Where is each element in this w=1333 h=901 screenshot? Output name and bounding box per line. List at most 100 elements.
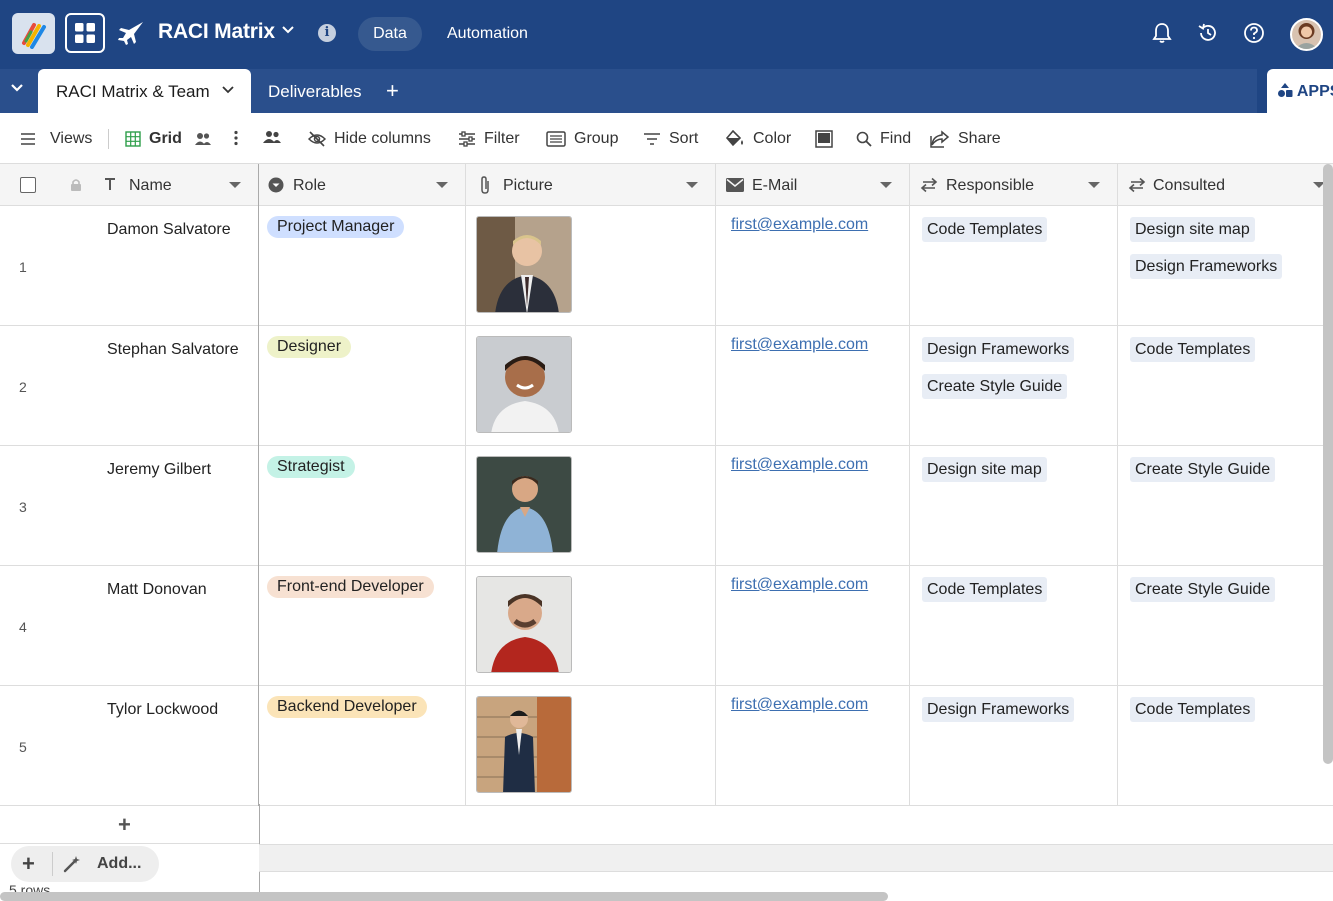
bell-icon[interactable] xyxy=(1152,22,1172,44)
history-icon[interactable] xyxy=(1197,22,1219,44)
consulted-cell[interactable]: Code Templates xyxy=(1118,326,1333,446)
role-cell[interactable]: Strategist xyxy=(259,446,466,566)
picture-cell[interactable] xyxy=(466,686,716,806)
responsible-cell[interactable]: Code Templates xyxy=(910,206,1118,326)
name-cell[interactable]: 5 Tylor Lockwood xyxy=(0,686,259,806)
table-row[interactable]: 4 Matt Donovan Front-end Developer first… xyxy=(0,566,1333,686)
table-row[interactable]: 1 Damon Salvatore Project Manager first@… xyxy=(0,206,1333,326)
person-photo[interactable] xyxy=(476,216,572,313)
linked-record-pill[interactable]: Code Templates xyxy=(1130,337,1256,362)
view-more-button[interactable] xyxy=(233,130,239,146)
person-photo[interactable] xyxy=(476,696,572,793)
linked-record-pill[interactable]: Design site map xyxy=(922,457,1047,482)
name-cell[interactable]: 3 Jeremy Gilbert xyxy=(0,446,259,566)
nav-automation[interactable]: Automation xyxy=(447,25,528,43)
caret-down-icon[interactable] xyxy=(879,181,893,189)
vertical-scrollbar[interactable] xyxy=(1323,164,1333,764)
header-email-column[interactable]: E-Mail xyxy=(716,164,910,206)
add-record-pill[interactable]: + Add... xyxy=(11,846,159,882)
table-row[interactable]: 2 Stephan Salvatore Designer first@examp… xyxy=(0,326,1333,446)
consulted-cell[interactable]: Design site map Design Frameworks xyxy=(1118,206,1333,326)
linked-record-pill[interactable]: Create Style Guide xyxy=(1130,457,1276,482)
chevron-down-icon[interactable] xyxy=(10,83,24,93)
picture-cell[interactable] xyxy=(466,446,716,566)
base-title[interactable]: RACI Matrix xyxy=(158,20,275,44)
views-button[interactable]: Views xyxy=(20,130,92,148)
linked-record-pill[interactable]: Code Templates xyxy=(1130,697,1256,722)
header-consulted-column[interactable]: Consulted xyxy=(1118,164,1333,206)
add-table-button[interactable]: + xyxy=(386,80,399,102)
role-cell[interactable]: Backend Developer xyxy=(259,686,466,806)
header-name-column[interactable]: Name xyxy=(0,164,259,206)
linked-record-pill[interactable]: Code Templates xyxy=(922,577,1048,602)
select-all-checkbox[interactable] xyxy=(20,177,36,193)
email-link[interactable]: first@example.com xyxy=(731,216,868,234)
person-photo[interactable] xyxy=(476,456,572,553)
email-cell[interactable]: first@example.com xyxy=(716,206,910,326)
linked-record-pill[interactable]: Code Templates xyxy=(922,217,1048,242)
consulted-cell[interactable]: Create Style Guide xyxy=(1118,446,1333,566)
email-link[interactable]: first@example.com xyxy=(731,576,868,594)
caret-down-icon[interactable] xyxy=(435,181,449,189)
header-role-column[interactable]: Role xyxy=(259,164,466,206)
row-height-button[interactable] xyxy=(815,130,833,148)
apps-grid-button[interactable] xyxy=(65,13,105,53)
header-picture-column[interactable]: Picture xyxy=(466,164,716,206)
share-view-people-button[interactable] xyxy=(262,130,282,144)
name-cell[interactable]: 2 Stephan Salvatore xyxy=(0,326,259,446)
grid-view-button[interactable]: Grid xyxy=(125,130,212,148)
responsible-cell[interactable]: Design Frameworks xyxy=(910,686,1118,806)
responsible-cell[interactable]: Design Frameworks Create Style Guide xyxy=(910,326,1118,446)
consulted-cell[interactable]: Code Templates xyxy=(1118,686,1333,806)
plus-icon[interactable]: + xyxy=(22,851,35,877)
find-button[interactable]: Find xyxy=(856,130,911,148)
horizontal-scrollbar[interactable] xyxy=(0,892,888,901)
user-avatar[interactable] xyxy=(1290,18,1323,51)
linked-record-pill[interactable]: Design site map xyxy=(1130,217,1255,242)
filter-button[interactable]: Filter xyxy=(458,130,520,148)
share-button[interactable]: Share xyxy=(930,130,1001,148)
responsible-cell[interactable]: Code Templates xyxy=(910,566,1118,686)
info-icon[interactable]: i xyxy=(318,24,336,42)
caret-down-icon[interactable] xyxy=(685,181,699,189)
person-photo[interactable] xyxy=(476,576,572,673)
name-cell[interactable]: 4 Matt Donovan xyxy=(0,566,259,686)
hide-columns-button[interactable]: Hide columns xyxy=(308,130,431,148)
app-logo[interactable] xyxy=(12,13,55,54)
picture-cell[interactable] xyxy=(466,206,716,326)
picture-cell[interactable] xyxy=(466,326,716,446)
responsible-cell[interactable]: Design site map xyxy=(910,446,1118,566)
header-responsible-column[interactable]: Responsible xyxy=(910,164,1118,206)
role-cell[interactable]: Designer xyxy=(259,326,466,446)
add-row-button[interactable]: + xyxy=(0,804,259,844)
email-link[interactable]: first@example.com xyxy=(731,336,868,354)
consulted-cell[interactable]: Create Style Guide xyxy=(1118,566,1333,686)
caret-down-icon[interactable] xyxy=(228,181,242,189)
table-row[interactable]: 3 Jeremy Gilbert Strategist first@exampl… xyxy=(0,446,1333,566)
linked-record-pill[interactable]: Design Frameworks xyxy=(922,697,1075,722)
email-cell[interactable]: first@example.com xyxy=(716,446,910,566)
color-button[interactable]: Color xyxy=(725,130,791,148)
caret-down-icon[interactable] xyxy=(1087,181,1101,189)
picture-cell[interactable] xyxy=(466,566,716,686)
tab-raci-matrix-team[interactable]: RACI Matrix & Team xyxy=(38,69,251,113)
linked-record-pill[interactable]: Design Frameworks xyxy=(1130,254,1283,279)
person-photo[interactable] xyxy=(476,336,572,433)
linked-record-pill[interactable]: Create Style Guide xyxy=(1130,577,1276,602)
email-link[interactable]: first@example.com xyxy=(731,696,868,714)
tab-deliverables[interactable]: Deliverables xyxy=(268,82,362,102)
email-cell[interactable]: first@example.com xyxy=(716,326,910,446)
table-row[interactable]: 5 Tylor Lockwood Backend Developer first… xyxy=(0,686,1333,806)
sort-button[interactable]: Sort xyxy=(643,130,698,148)
nav-data[interactable]: Data xyxy=(358,17,422,51)
email-cell[interactable]: first@example.com xyxy=(716,686,910,806)
help-icon[interactable] xyxy=(1243,22,1265,44)
email-link[interactable]: first@example.com xyxy=(731,456,868,474)
email-cell[interactable]: first@example.com xyxy=(716,566,910,686)
linked-record-pill[interactable]: Design Frameworks xyxy=(922,337,1075,362)
apps-tab[interactable]: APPS xyxy=(1267,69,1333,113)
role-cell[interactable]: Front-end Developer xyxy=(259,566,466,686)
chevron-down-icon[interactable] xyxy=(222,86,234,94)
linked-record-pill[interactable]: Create Style Guide xyxy=(922,374,1068,399)
role-cell[interactable]: Project Manager xyxy=(259,206,466,326)
